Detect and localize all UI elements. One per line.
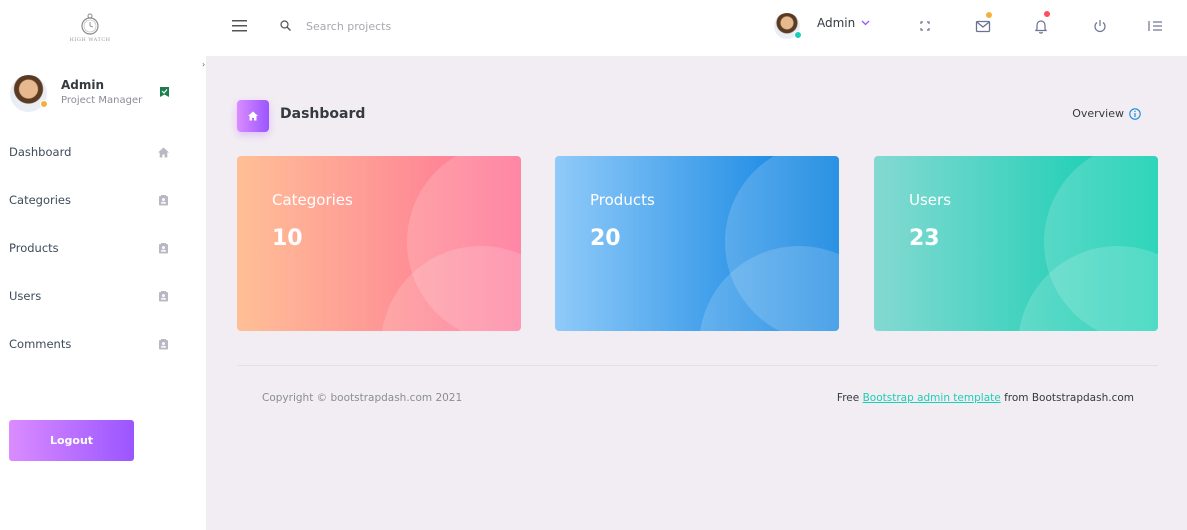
sidebar-profile[interactable]: Admin Project Manager <box>10 73 180 113</box>
contact-card-icon <box>159 243 168 254</box>
footer-suffix: from Bootstrapdash.com <box>1004 392 1134 404</box>
stat-cards: Categories 10 Products 20 Users 23 <box>237 156 1158 331</box>
logo-text: HIGH WATCH <box>69 37 111 43</box>
card-decoration <box>699 246 839 331</box>
bookmark-check-icon <box>160 87 169 97</box>
footer-divider <box>237 365 1158 366</box>
profile-name: Admin <box>61 78 105 92</box>
sidebar-item-comments[interactable]: Comments <box>0 320 206 368</box>
card-label: Users <box>909 191 952 209</box>
sidebar-nav: Dashboard Categories Products Users Comm… <box>0 128 206 368</box>
avatar <box>10 74 48 112</box>
mail-icon[interactable] <box>975 18 991 34</box>
contact-card-icon <box>159 195 168 206</box>
sidebar-item-categories[interactable]: Categories <box>0 176 206 224</box>
page-header: Dashboard Overview <box>237 100 1158 132</box>
stat-card-categories[interactable]: Categories 10 <box>237 156 521 331</box>
footer-free-prefix: Free <box>836 392 860 404</box>
bell-icon[interactable] <box>1033 18 1049 34</box>
bell-badge <box>1044 11 1050 17</box>
sidebar-item-dashboard[interactable]: Dashboard <box>0 128 206 176</box>
overview-link[interactable]: Overview <box>1072 107 1141 120</box>
home-icon <box>158 147 169 158</box>
sidebar-item-label: Categories <box>9 193 71 207</box>
stat-card-users[interactable]: Users 23 <box>874 156 1158 331</box>
bootstrap-template-link[interactable]: Bootstrap admin template <box>863 392 1001 404</box>
sidebar: HIGH WATCH Admin Project Manager › Dashb… <box>0 0 206 530</box>
overview-label: Overview <box>1072 107 1124 120</box>
mail-badge <box>986 12 992 18</box>
search-icon <box>280 20 291 31</box>
power-icon[interactable] <box>1092 18 1108 34</box>
copyright-text: Copyright © bootstrapdash.com 2021 <box>262 392 463 404</box>
status-dot <box>40 99 48 108</box>
logout-button[interactable]: Logout <box>9 420 134 461</box>
online-status-dot <box>794 31 802 39</box>
contact-card-icon <box>159 339 168 350</box>
brand-logo[interactable]: HIGH WATCH <box>0 0 180 56</box>
card-decoration <box>381 246 521 331</box>
card-label: Products <box>590 191 655 209</box>
sidebar-item-label: Dashboard <box>9 145 72 159</box>
menu-icon[interactable] <box>232 20 247 32</box>
info-icon <box>1129 107 1141 120</box>
card-value: 23 <box>909 226 940 251</box>
user-menu-toggle[interactable]: Admin <box>817 16 870 30</box>
pocket-watch-icon <box>81 13 99 35</box>
home-icon <box>248 111 258 121</box>
user-name: Admin <box>817 16 856 30</box>
topbar: Admin <box>206 0 1187 56</box>
fullscreen-icon[interactable] <box>917 18 933 34</box>
contact-card-icon <box>159 291 168 302</box>
stat-card-products[interactable]: Products 20 <box>555 156 839 331</box>
card-value: 10 <box>272 226 303 251</box>
sidebar-item-users[interactable]: Users <box>0 272 206 320</box>
avatar[interactable] <box>774 13 802 39</box>
page-title: Dashboard <box>280 106 366 122</box>
sidebar-item-products[interactable]: Products <box>0 224 206 272</box>
sidebar-item-label: Comments <box>9 337 72 351</box>
card-decoration <box>1018 246 1158 331</box>
search-input[interactable] <box>306 15 526 37</box>
chevron-down-icon <box>861 20 870 26</box>
card-value: 20 <box>590 226 621 251</box>
list-icon[interactable] <box>1147 18 1163 34</box>
collapse-caret-icon[interactable]: › <box>202 60 205 69</box>
sidebar-item-label: Products <box>9 241 59 255</box>
profile-role: Project Manager <box>61 95 143 106</box>
sidebar-item-label: Users <box>9 289 42 303</box>
card-label: Categories <box>272 191 353 209</box>
page-title-icon <box>237 100 269 132</box>
footer-credit: Free Bootstrap admin template from Boots… <box>837 392 1134 404</box>
